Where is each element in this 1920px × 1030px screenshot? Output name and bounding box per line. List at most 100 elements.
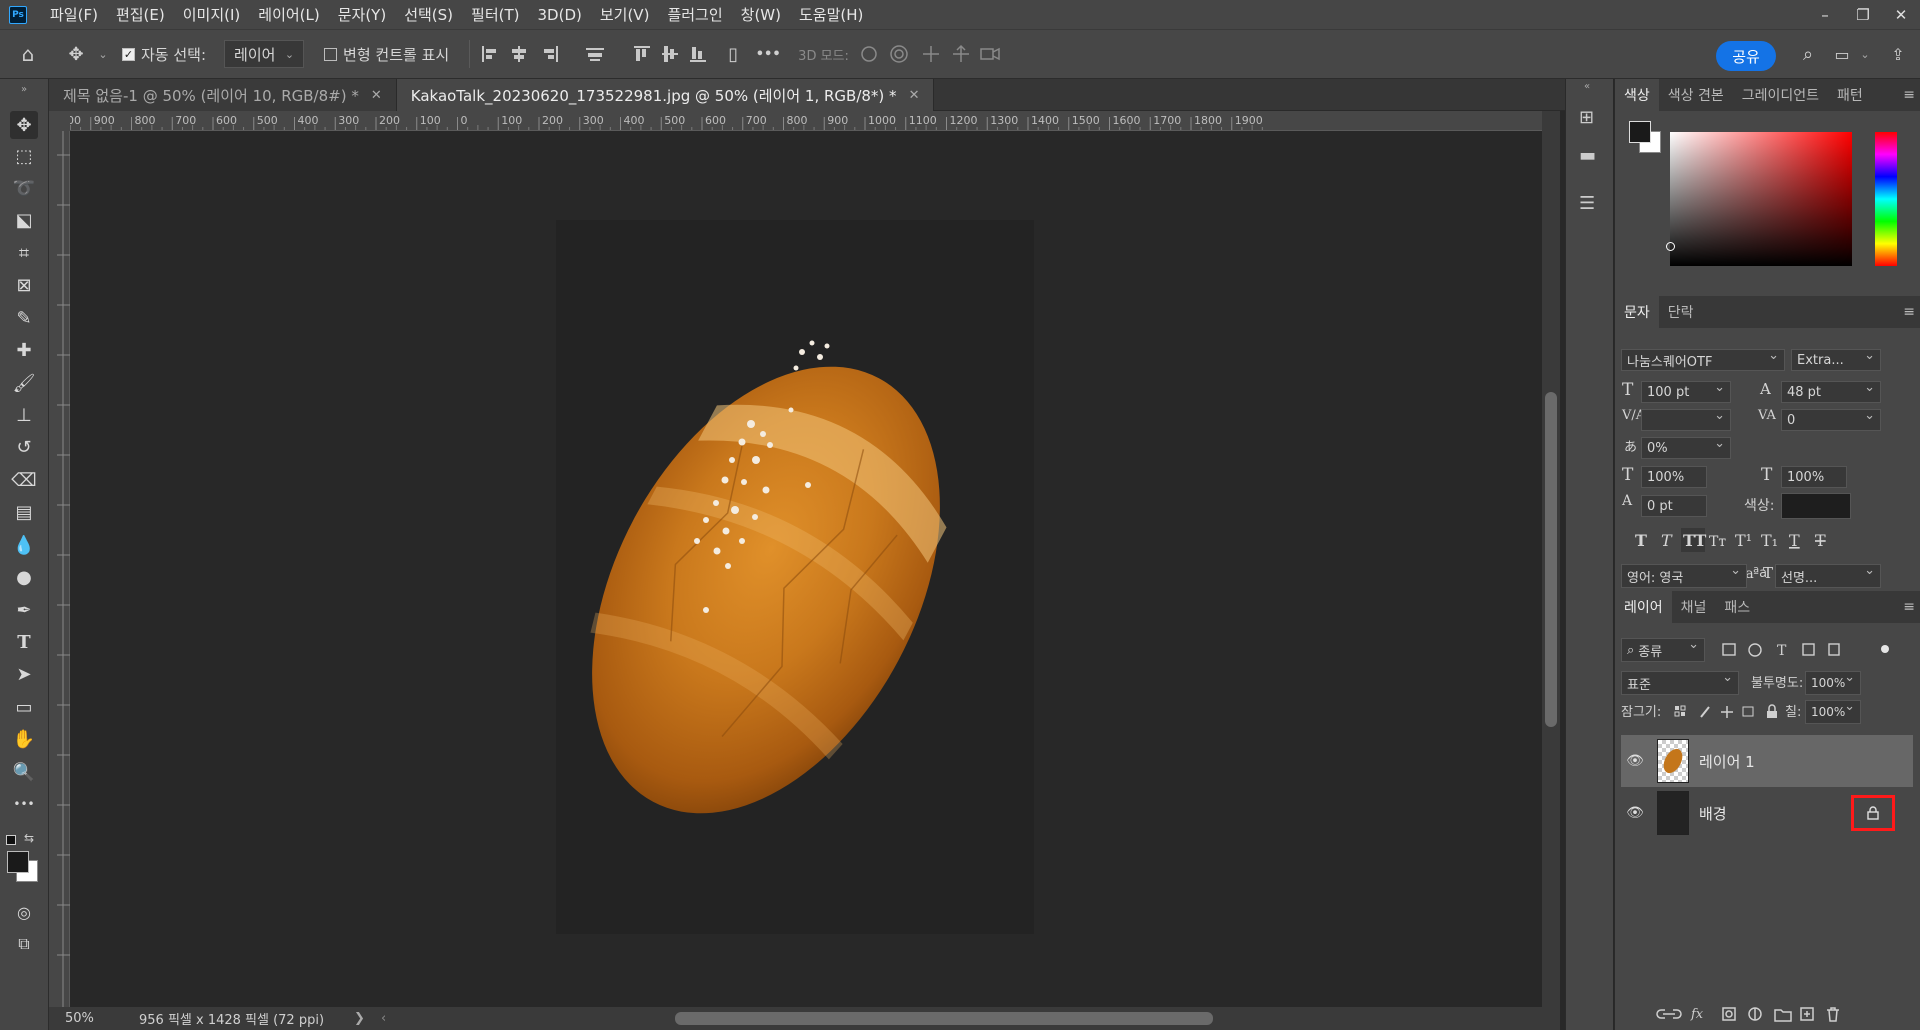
tab-layers[interactable]: 레이어 [1615, 591, 1672, 623]
brush-tool-icon[interactable]: 🖌 [10, 369, 38, 397]
crop-tool-icon[interactable]: ⌗ [10, 239, 38, 267]
eye-icon[interactable]: 👁 [1621, 805, 1649, 821]
lock-highlight-box[interactable] [1851, 795, 1895, 831]
menu-file[interactable]: 파일(F) [41, 4, 107, 25]
home-icon[interactable]: ⌂ [0, 34, 56, 74]
quick-mask-icon[interactable]: ◎ [10, 898, 38, 926]
screen-mode-icon[interactable]: ⧉ [10, 930, 38, 958]
color-picker-cursor[interactable] [1666, 242, 1675, 251]
rectangle-tool-icon[interactable]: ▭ [10, 693, 38, 721]
move-tool-icon[interactable]: ✥ [10, 111, 38, 139]
tab-swatches[interactable]: 색상 견본 [1659, 79, 1733, 111]
foreground-color-swatch[interactable] [7, 851, 29, 873]
history-brush-icon[interactable]: ↺ [10, 433, 38, 461]
blend-mode-select[interactable]: 표준 [1621, 670, 1739, 695]
scroll-left-icon[interactable]: ‹ [381, 1011, 386, 1026]
marquee-tool-icon[interactable]: ⬚ [10, 142, 38, 170]
minimize-button[interactable]: – [1806, 0, 1844, 29]
opacity-field[interactable]: 100% [1805, 670, 1861, 695]
tab-character[interactable]: 문자 [1615, 296, 1659, 328]
tab-channels[interactable]: 채널 [1672, 591, 1716, 623]
auto-select-checkbox[interactable]: ✓ 자동 선택: [122, 44, 206, 65]
collapse-icon[interactable]: « [1584, 81, 1590, 92]
align-icons[interactable] [478, 42, 718, 66]
eraser-tool-icon[interactable]: ⌫ [10, 466, 38, 494]
lasso-tool-icon[interactable]: ➰ [10, 174, 38, 202]
layer-filter-icons[interactable]: T [1719, 640, 1899, 660]
vertical-scale-field[interactable]: 100% [1641, 466, 1707, 488]
menu-3d[interactable]: 3D(D) [529, 6, 591, 24]
panel-menu-icon[interactable]: ≡ [1903, 304, 1915, 320]
horizontal-scroll-thumb[interactable] [675, 1012, 1213, 1025]
tab-gradients[interactable]: 그레이디언트 [1733, 79, 1828, 111]
baseline-field[interactable]: 0 pt [1641, 495, 1707, 517]
tab-untitled[interactable]: 제목 없음-1 @ 50% (레이어 10, RGB/8#) * ✕ [49, 79, 397, 111]
font-size-field[interactable]: 100 pt [1641, 380, 1731, 403]
checkbox-checked-icon[interactable]: ✓ [122, 47, 135, 61]
canvas-area[interactable] [70, 131, 1542, 1007]
eye-icon[interactable]: 👁 [1621, 753, 1649, 769]
menu-edit[interactable]: 편집(E) [107, 4, 174, 25]
close-button[interactable]: ✕ [1882, 0, 1920, 29]
distribute-icon[interactable]: ▯ [718, 44, 748, 65]
restore-button[interactable]: ❐ [1844, 0, 1882, 29]
panel-menu-icon[interactable]: ≡ [1903, 87, 1915, 103]
menu-type[interactable]: 문자(Y) [329, 4, 395, 25]
auto-select-dropdown[interactable]: 레이어 ⌄ [224, 40, 305, 68]
lock-options-icons[interactable] [1673, 703, 1783, 721]
gradient-tool-icon[interactable]: ▤ [10, 498, 38, 526]
share-icon[interactable]: ⇪ [1884, 42, 1912, 66]
swap-colors-icon[interactable]: ⇆ [24, 831, 34, 845]
move-tool-icon[interactable]: ✥ [56, 44, 96, 65]
object-select-tool-icon[interactable]: ⬕ [10, 206, 38, 234]
blur-tool-icon[interactable]: 💧 [10, 531, 38, 559]
pen-tool-icon[interactable]: ✒ [10, 596, 38, 624]
hue-slider[interactable] [1875, 132, 1897, 266]
path-select-tool-icon[interactable]: ➤ [10, 660, 38, 688]
workspace-icon[interactable]: ▭ [1828, 42, 1856, 66]
transform-controls-checkbox[interactable]: 변형 컨트롤 표시 [324, 44, 449, 65]
horizontal-scale-field[interactable]: 100% [1781, 466, 1847, 488]
default-colors-icon[interactable] [6, 835, 16, 845]
layer-footer-icons[interactable]: fx [1655, 1002, 1915, 1026]
tab-kakaotalk[interactable]: KakaoTalk_20230620_173522981.jpg @ 50% (… [396, 79, 935, 111]
panel-menu-icon[interactable]: ≡ [1903, 599, 1915, 615]
comments-panel-icon[interactable]: ▬ [1579, 145, 1596, 166]
properties-panel-icon[interactable]: ☰ [1579, 193, 1595, 214]
leading-field[interactable]: 48 pt [1781, 380, 1881, 403]
fill-field[interactable]: 100% [1805, 699, 1861, 724]
menu-filter[interactable]: 필터(T) [462, 4, 528, 25]
layer-row-background[interactable]: 👁 배경 [1621, 787, 1913, 839]
collapse-icon[interactable]: » [10, 83, 38, 95]
dodge-tool-icon[interactable]: ● [10, 563, 38, 591]
font-family-select[interactable]: 나눔스퀘어OTF [1621, 348, 1785, 371]
color-picker-field[interactable] [1670, 132, 1852, 266]
menu-layer[interactable]: 레이어(L) [249, 4, 328, 25]
healing-tool-icon[interactable]: ✚ [10, 336, 38, 364]
type-tool-icon[interactable]: T [10, 628, 38, 656]
history-panel-icon[interactable]: ⊞ [1579, 107, 1594, 128]
close-icon[interactable]: ✕ [909, 88, 920, 103]
language-select[interactable]: 영어: 영국 [1621, 563, 1747, 588]
fg-color-swatch[interactable] [1629, 121, 1651, 143]
3d-mode-icons[interactable] [857, 42, 1007, 66]
menu-plugins[interactable]: 플러그인 [658, 4, 731, 25]
menu-help[interactable]: 도움말(H) [790, 4, 872, 25]
layer-row-layer1[interactable]: 👁 레이어 1 [1621, 735, 1913, 787]
font-style-select[interactable]: Extra... [1791, 348, 1881, 371]
vertical-scroll-thumb[interactable] [1545, 392, 1557, 727]
menu-image[interactable]: 이미지(I) [174, 4, 250, 25]
menu-window[interactable]: 창(W) [732, 4, 790, 25]
search-icon[interactable]: ⌕ [1796, 42, 1820, 66]
status-menu-arrow-icon[interactable]: ❯ [354, 1011, 365, 1026]
close-icon[interactable]: ✕ [371, 88, 382, 103]
frame-tool-icon[interactable]: ⊠ [10, 271, 38, 299]
tab-paragraph[interactable]: 단락 [1659, 296, 1703, 328]
more-tools-icon[interactable]: ••• [10, 790, 38, 818]
workspace-dropdown-icon[interactable]: ⌄ [1858, 44, 1872, 64]
kerning-field[interactable] [1641, 408, 1731, 431]
zoom-tool-icon[interactable]: 🔍 [10, 758, 38, 786]
tab-patterns[interactable]: 패턴 [1828, 79, 1872, 111]
menu-select[interactable]: 선택(S) [395, 4, 462, 25]
tsume-field[interactable]: 0% [1641, 436, 1731, 459]
